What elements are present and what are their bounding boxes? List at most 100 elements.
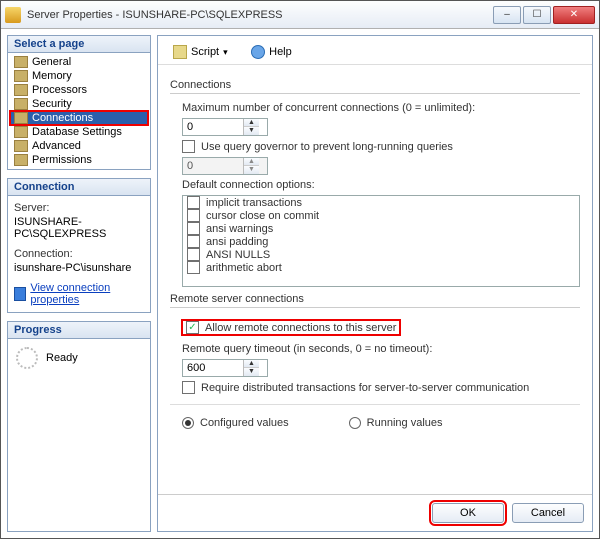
option-label: ansi warnings <box>206 223 273 235</box>
allow-remote-checkbox[interactable] <box>186 321 199 334</box>
option-label: ansi padding <box>206 236 268 248</box>
sidebar-item-general[interactable]: General <box>10 55 148 69</box>
view-connection-properties-link[interactable]: View connection properties <box>30 282 144 306</box>
server-label: Server: <box>14 202 144 214</box>
sidebar-item-label: Security <box>32 98 72 110</box>
sidebar-item-label: Advanced <box>32 140 81 152</box>
connection-value: isunshare-PC\isunshare <box>14 262 144 274</box>
require-dist-label: Require distributed transactions for ser… <box>201 382 529 394</box>
remote-timeout-label: Remote query timeout (in seconds, 0 = no… <box>182 343 580 355</box>
dialog-footer: OK Cancel <box>158 494 592 531</box>
cancel-button[interactable]: Cancel <box>512 503 584 523</box>
chevron-down-icon: ▾ <box>223 47 231 58</box>
option-checkbox[interactable] <box>187 235 200 248</box>
max-conn-label: Maximum number of concurrent connections… <box>182 102 580 114</box>
default-option-item[interactable]: ansi warnings <box>183 222 579 235</box>
default-option-item[interactable]: cursor close on commit <box>183 209 579 222</box>
window-icon <box>5 7 21 23</box>
server-value: ISUNSHARE-PC\SQLEXPRESS <box>14 216 144 240</box>
page-icon <box>14 56 28 68</box>
max-conn-field[interactable]: ▲▼ <box>182 118 268 136</box>
query-governor-field: ▲▼ <box>182 157 268 175</box>
running-values-radio[interactable] <box>349 417 361 429</box>
toolbar: Script ▾ Help <box>158 36 592 65</box>
progress-header: Progress <box>8 322 150 339</box>
window-title: Server Properties - ISUNSHARE-PC\SQLEXPR… <box>27 9 491 21</box>
query-governor-checkbox[interactable] <box>182 140 195 153</box>
sidebar-item-label: General <box>32 56 71 68</box>
option-checkbox[interactable] <box>187 222 200 235</box>
option-label: cursor close on commit <box>206 210 319 222</box>
titlebar[interactable]: Server Properties - ISUNSHARE-PC\SQLEXPR… <box>1 1 599 29</box>
option-label: implicit transactions <box>206 197 302 209</box>
connection-info-header: Connection <box>8 179 150 196</box>
help-button[interactable]: Help <box>244 42 299 62</box>
allow-remote-label: Allow remote connections to this server <box>205 322 396 334</box>
sidebar-item-advanced[interactable]: Advanced <box>10 139 148 153</box>
remote-timeout-field[interactable]: ▲▼ <box>182 359 268 377</box>
default-option-item[interactable]: ANSI NULLS <box>183 248 579 261</box>
script-icon <box>173 45 187 59</box>
server-properties-window: Server Properties - ISUNSHARE-PC\SQLEXPR… <box>0 0 600 539</box>
script-button[interactable]: Script ▾ <box>166 42 238 62</box>
sidebar-item-label: Permissions <box>32 154 92 166</box>
running-values-radio-row[interactable]: Running values <box>349 417 443 429</box>
require-dist-row[interactable]: Require distributed transactions for ser… <box>182 381 580 394</box>
max-conn-down[interactable]: ▼ <box>244 127 259 135</box>
sidebar-item-database-settings[interactable]: Database Settings <box>10 125 148 139</box>
rt-up[interactable]: ▲ <box>244 360 259 368</box>
configured-values-radio[interactable] <box>182 417 194 429</box>
connection-info-panel: Connection Server: ISUNSHARE-PC\SQLEXPRE… <box>7 178 151 313</box>
require-dist-checkbox[interactable] <box>182 381 195 394</box>
option-label: arithmetic abort <box>206 262 282 274</box>
close-button[interactable]: ✕ <box>553 6 595 24</box>
connections-group-title: Connections <box>170 79 580 94</box>
remote-group-title: Remote server connections <box>170 293 580 308</box>
sidebar-item-memory[interactable]: Memory <box>10 69 148 83</box>
page-icon <box>14 112 28 124</box>
maximize-button[interactable]: ☐ <box>523 6 551 24</box>
sidebar-item-processors[interactable]: Processors <box>10 83 148 97</box>
query-governor-label: Use query governor to prevent long-runni… <box>201 141 453 153</box>
default-option-item[interactable]: implicit transactions <box>183 196 579 209</box>
allow-remote-row[interactable]: Allow remote connections to this server <box>182 320 400 335</box>
default-option-item[interactable]: arithmetic abort <box>183 261 579 274</box>
progress-status: Ready <box>46 352 78 364</box>
ok-button[interactable]: OK <box>432 503 504 523</box>
qg-up: ▲ <box>244 158 259 166</box>
sidebar-item-connections[interactable]: Connections <box>10 111 148 125</box>
page-icon <box>14 126 28 138</box>
query-governor-input <box>183 158 243 174</box>
link-icon <box>14 287 26 301</box>
max-conn-input[interactable] <box>183 119 243 135</box>
option-checkbox[interactable] <box>187 248 200 261</box>
sidebar-item-security[interactable]: Security <box>10 97 148 111</box>
page-selector-panel: Select a page GeneralMemoryProcessorsSec… <box>7 35 151 170</box>
page-icon <box>14 70 28 82</box>
progress-spinner-icon <box>16 347 38 369</box>
rt-down[interactable]: ▼ <box>244 368 259 376</box>
page-icon <box>14 154 28 166</box>
default-opts-label: Default connection options: <box>182 179 580 191</box>
script-label: Script <box>191 46 219 58</box>
default-options-list[interactable]: implicit transactionscursor close on com… <box>182 195 580 287</box>
option-label: ANSI NULLS <box>206 249 270 261</box>
page-icon <box>14 140 28 152</box>
option-checkbox[interactable] <box>187 209 200 222</box>
sidebar-item-permissions[interactable]: Permissions <box>10 153 148 167</box>
main-content: Connections Maximum number of concurrent… <box>158 65 592 494</box>
sidebar-item-label: Connections <box>32 112 93 124</box>
sidebar-item-label: Processors <box>32 84 87 96</box>
option-checkbox[interactable] <box>187 196 200 209</box>
sidebar-item-label: Memory <box>32 70 72 82</box>
minimize-button[interactable]: – <box>493 6 521 24</box>
query-governor-checkbox-row[interactable]: Use query governor to prevent long-runni… <box>182 140 580 153</box>
default-option-item[interactable]: ansi padding <box>183 235 579 248</box>
max-conn-up[interactable]: ▲ <box>244 119 259 127</box>
option-checkbox[interactable] <box>187 261 200 274</box>
page-icon <box>14 84 28 96</box>
sidebar-item-label: Database Settings <box>32 126 122 138</box>
configured-values-radio-row[interactable]: Configured values <box>182 417 289 429</box>
connection-label: Connection: <box>14 248 144 260</box>
remote-timeout-input[interactable] <box>183 360 243 376</box>
